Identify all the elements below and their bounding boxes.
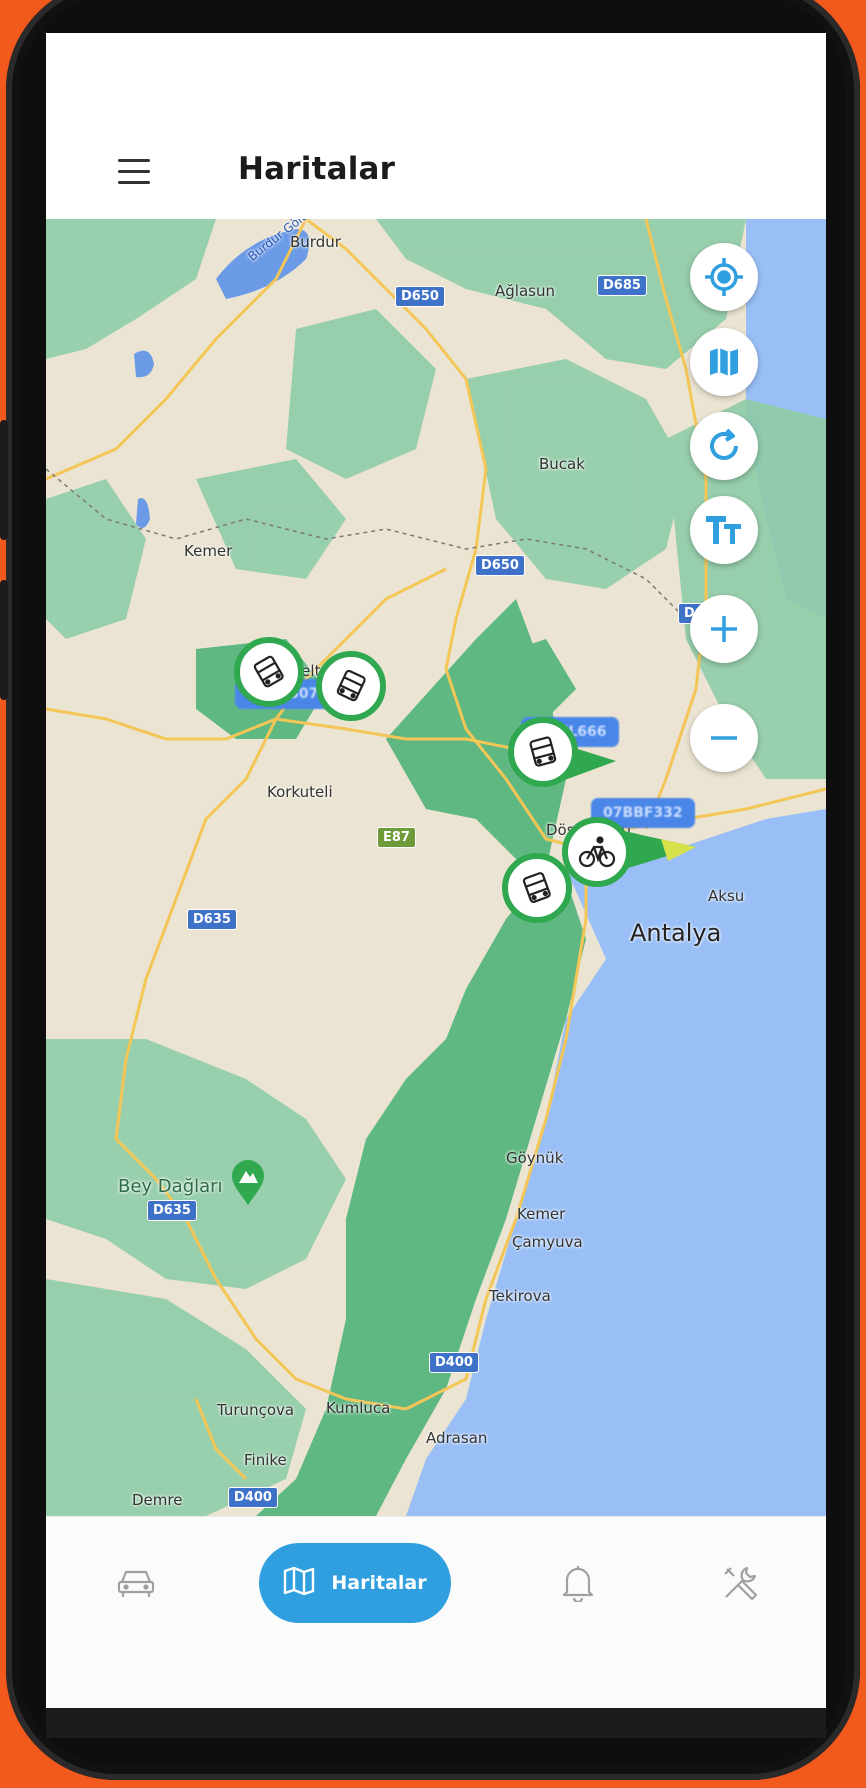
road-shield: D685	[597, 275, 647, 296]
app-screen: Haritalar Burdur Ağlasun Bucak Kemer Yel…	[46, 33, 826, 1708]
tools-icon[interactable]	[700, 1543, 780, 1623]
vehicle-marker[interactable]	[316, 651, 386, 721]
hamburger-menu-icon[interactable]	[118, 159, 150, 185]
map-terrain	[46, 219, 826, 1516]
map-layers-icon[interactable]	[690, 328, 758, 396]
bottom-navigation: Haritalar	[46, 1516, 826, 1708]
app-header: Haritalar	[46, 33, 826, 220]
place-label: Kemer	[517, 1205, 566, 1223]
map-icon	[283, 1566, 315, 1600]
zoom-out-icon[interactable]	[690, 704, 758, 772]
bell-icon[interactable]	[538, 1543, 618, 1623]
phone-side-button	[0, 420, 8, 540]
place-label: Aksu	[708, 887, 745, 905]
place-label: Bey Dağları	[118, 1176, 223, 1197]
road-shield: E87	[377, 827, 416, 848]
place-label: Burdur	[290, 233, 341, 251]
road-shield: D650	[475, 555, 525, 576]
map-view[interactable]: Burdur Ağlasun Bucak Kemer Yelten Korkut…	[46, 219, 826, 1516]
place-label: Bucak	[539, 455, 585, 473]
place-label: Kumluca	[326, 1399, 391, 1417]
road-shield: D635	[147, 1200, 197, 1221]
place-label: Göynük	[506, 1149, 564, 1167]
place-label: Kemer	[184, 542, 233, 560]
road-shield: D400	[228, 1487, 278, 1508]
bus-icon	[508, 717, 578, 787]
bus-icon	[502, 853, 572, 923]
place-label: Adrasan	[426, 1429, 488, 1447]
vehicle-marker[interactable]	[234, 637, 304, 707]
road-shield: D635	[187, 909, 237, 930]
place-label: Demre	[132, 1491, 183, 1509]
place-label: Tekirova	[489, 1287, 551, 1305]
phone-side-button	[0, 580, 8, 700]
road-shield: D650	[395, 286, 445, 307]
place-label: Finike	[244, 1451, 287, 1469]
nav-tab-maps[interactable]: Haritalar	[259, 1543, 451, 1623]
page-title: Haritalar	[238, 151, 396, 187]
place-label: Turunçova	[217, 1401, 295, 1419]
place-label: Antalya	[630, 919, 722, 947]
car-icon[interactable]	[96, 1543, 176, 1623]
vehicle-marker[interactable]	[502, 853, 572, 923]
bicycle-icon	[562, 817, 632, 887]
vehicle-marker[interactable]	[508, 717, 578, 787]
refresh-icon[interactable]	[690, 412, 758, 480]
nav-tab-label: Haritalar	[331, 1572, 427, 1594]
place-label: Ağlasun	[495, 282, 555, 300]
place-label: Çamyuva	[512, 1233, 583, 1251]
screen-bottom-bezel	[46, 1708, 826, 1738]
vehicle-marker[interactable]	[562, 817, 632, 887]
text-size-icon[interactable]	[690, 496, 758, 564]
road-shield: D400	[429, 1352, 479, 1373]
zoom-in-icon[interactable]	[690, 595, 758, 663]
mountain-poi-icon[interactable]	[230, 1159, 266, 1209]
bus-icon	[234, 637, 304, 707]
place-label: Korkuteli	[267, 783, 333, 801]
bus-icon	[316, 651, 386, 721]
locate-icon[interactable]	[690, 243, 758, 311]
